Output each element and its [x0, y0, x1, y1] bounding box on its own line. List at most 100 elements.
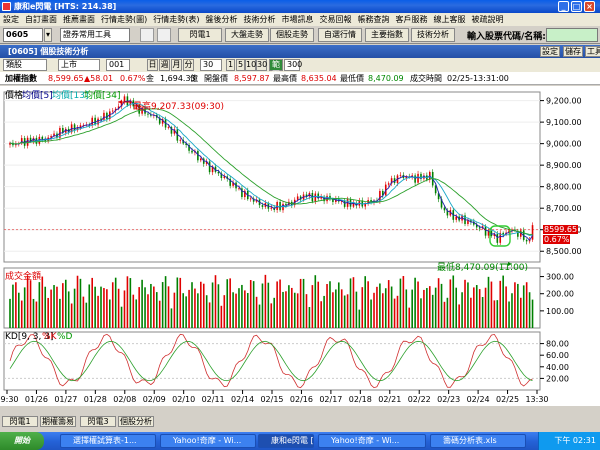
- range-label[interactable]: 範圍: [269, 59, 283, 79]
- app-titlebar: 康和e閃電 [HTS: 214.38] _ □ ×: [0, 0, 600, 13]
- volume-bar: [20, 300, 23, 328]
- menu-item-10[interactable]: 客戶服務: [393, 13, 431, 26]
- volume-bar: [276, 281, 278, 328]
- toolbar-button-5[interactable]: 技術分析: [411, 28, 455, 42]
- maximize-button[interactable]: □: [571, 1, 582, 12]
- period-button-2[interactable]: 月: [171, 59, 182, 71]
- high-label: 最高價: [273, 74, 297, 83]
- menu-item-11[interactable]: 線上客服: [431, 13, 469, 26]
- technical-chart[interactable]: 9,200.00 9,100.00 9,000.00 8,900.00 8,800.00…: [0, 86, 600, 406]
- scale-button-0[interactable]: 1: [226, 59, 235, 71]
- menu-item-2[interactable]: 推薦畫面: [60, 13, 98, 26]
- taskbar-task-0[interactable]: 選擇權試算表-1...: [60, 434, 156, 448]
- candle-body: [496, 233, 499, 243]
- volume-bar: [29, 280, 32, 328]
- menu-item-6[interactable]: 技術分析: [241, 13, 279, 26]
- scale-button-3[interactable]: 30: [256, 59, 267, 71]
- scale-button-1[interactable]: 5: [236, 59, 245, 71]
- subwindow-button-0[interactable]: 設定: [540, 46, 560, 57]
- x-tick-label: 01/28: [84, 395, 107, 404]
- toolbar-button-2[interactable]: 個股走勢: [270, 28, 314, 42]
- candle-body: [167, 127, 170, 128]
- taskbar-task-2[interactable]: 康和e閃電 [HTS...: [258, 434, 314, 448]
- count-field[interactable]: 300: [284, 59, 302, 71]
- menu-item-0[interactable]: 設定: [0, 13, 22, 26]
- ma13-label: 均價[13]: [52, 91, 89, 101]
- volume-bar: [273, 297, 276, 328]
- price-panel-label: 價格: [5, 91, 24, 101]
- volume-bar: [64, 279, 67, 328]
- volume-bar: [440, 283, 443, 328]
- menu-item-8[interactable]: 交易回報: [317, 13, 355, 26]
- interval-select[interactable]: 30: [200, 59, 222, 71]
- candle-body: [455, 216, 458, 220]
- volume-bar: [117, 288, 120, 328]
- toolbar-button-1[interactable]: 大盤走勢: [225, 28, 269, 42]
- volume-bar: [431, 294, 434, 328]
- open-label: 開盤價: [204, 74, 228, 83]
- kd-panel-frame: [3, 331, 541, 391]
- volume-bar: [311, 285, 314, 328]
- volume-bar: [484, 287, 487, 328]
- menu-item-3[interactable]: 行情走勢(圖): [98, 13, 150, 26]
- volume-bar: [223, 295, 226, 328]
- candle-body: [399, 174, 402, 176]
- period-button-1[interactable]: 週: [159, 59, 170, 71]
- close-button[interactable]: ×: [584, 1, 595, 12]
- page-tab-0[interactable]: 閃電1: [2, 416, 38, 427]
- tool-combo[interactable]: 證券常用工具: [60, 28, 130, 42]
- volume-bar: [267, 282, 270, 328]
- menu-item-1[interactable]: 自訂畫面: [22, 13, 60, 26]
- volume-bar: [9, 298, 11, 328]
- market-select[interactable]: 上市: [58, 59, 100, 71]
- stock-code-field[interactable]: 0605: [3, 28, 43, 42]
- volume-bar: [173, 292, 176, 328]
- menu-item-9[interactable]: 帳務查詢: [355, 13, 393, 26]
- menu-item-5[interactable]: 盤後分析: [203, 13, 241, 26]
- volume-bar: [487, 276, 490, 328]
- page-tab-3[interactable]: 個股分析: [118, 416, 154, 427]
- taskbar-task-3[interactable]: Yahoo!奇摩 - Wi...: [318, 434, 426, 448]
- volume-bar: [496, 300, 499, 328]
- volume-bar: [241, 284, 243, 328]
- volume-bar: [67, 291, 70, 328]
- scale-button-2[interactable]: 10: [245, 59, 256, 71]
- code-dropdown-icon[interactable]: ▾: [44, 28, 52, 42]
- volume-bar: [323, 295, 325, 328]
- time-value: 02/25-13:31:00: [447, 74, 509, 83]
- volume-bar: [370, 299, 372, 328]
- subwindow-title: [0605] 個股技術分析: [8, 47, 89, 56]
- toolbar-button-4[interactable]: 主要指數: [365, 28, 409, 42]
- subwindow-button-2[interactable]: 工具: [585, 46, 600, 57]
- candle-body: [179, 139, 182, 141]
- period-button-3[interactable]: 分: [183, 59, 194, 71]
- taskbar-task-1[interactable]: Yahoo!奇摩 - Wi...: [160, 434, 256, 448]
- subwindow-button-1[interactable]: 儲存: [563, 46, 583, 57]
- start-button[interactable]: 開始: [0, 432, 44, 450]
- toolbar-button-3[interactable]: 自選行情: [318, 28, 362, 42]
- stock-search-input[interactable]: [546, 28, 598, 42]
- menu-item-7[interactable]: 市場訊息: [279, 13, 317, 26]
- volume-bar: [252, 281, 255, 328]
- minimize-button[interactable]: _: [558, 1, 569, 12]
- category-select[interactable]: 類股: [3, 59, 47, 71]
- volume-bar: [308, 307, 311, 328]
- menu-item-12[interactable]: 被疏說明: [469, 13, 507, 26]
- ma5-label: 均價[5]: [22, 91, 53, 101]
- period-button-0[interactable]: 日: [147, 59, 158, 71]
- number-select[interactable]: 001: [106, 59, 130, 71]
- stock-input-label: 輸入股票代碼/名稱:: [467, 32, 546, 42]
- candle-body: [103, 112, 105, 120]
- volume-bar: [15, 282, 17, 328]
- taskbar-task-4[interactable]: 籌碼分析表.xls: [430, 434, 526, 448]
- volume-bar: [455, 287, 458, 328]
- lock-icon[interactable]: [157, 28, 171, 42]
- page-tab-2[interactable]: 閃電3: [80, 416, 116, 427]
- volume-bar: [44, 286, 47, 328]
- candle-body: [91, 117, 93, 126]
- volume-bar: [194, 288, 196, 328]
- calculator-icon[interactable]: [140, 28, 154, 42]
- menu-item-4[interactable]: 行情走勢(表): [150, 13, 202, 26]
- toolbar-button-0[interactable]: 閃電1: [178, 28, 222, 42]
- page-tab-1[interactable]: 期權籌易: [40, 416, 76, 427]
